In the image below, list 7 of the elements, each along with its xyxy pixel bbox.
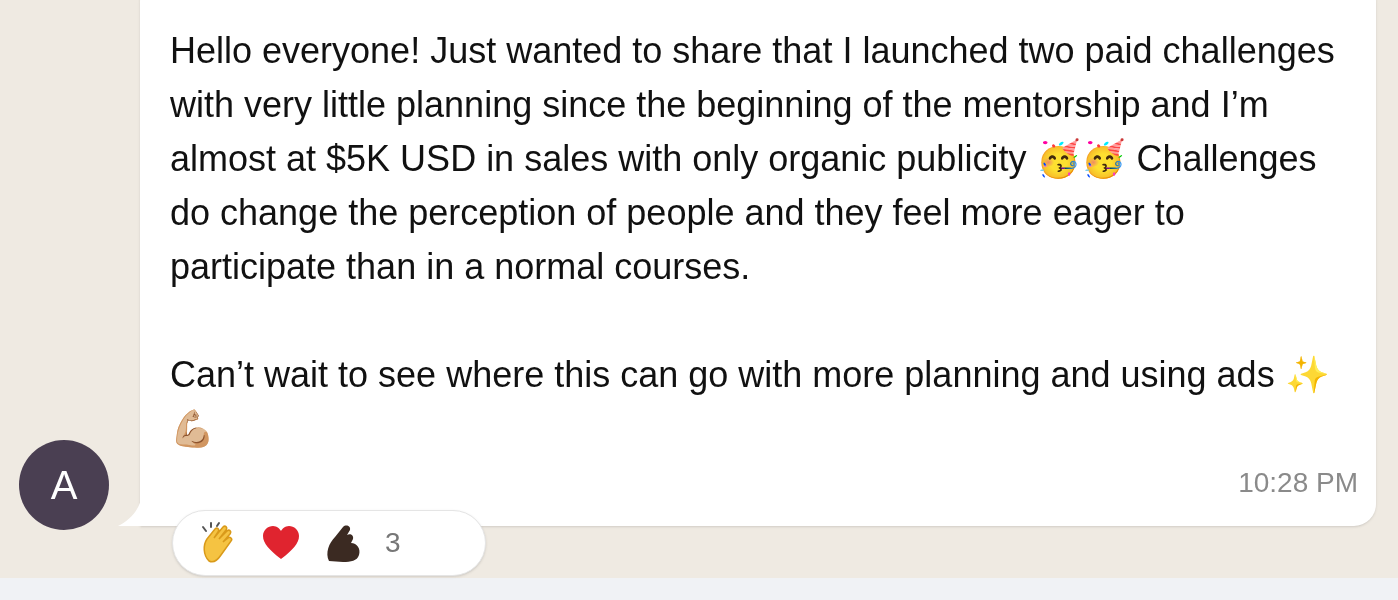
avatar[interactable]: A [19,440,109,530]
message-text: Hello everyone! Just wanted to share that I launched two paid challenges with very little planning since the beginning of the mentorship and I’m almost at $5K USD in sales with only organic publicity 🥳🥳 Challenges do change the perception of people and they feel more eager to participate than in a normal courses. [170,29,1336,289]
message-time: 10:28 PM [1238,466,1358,500]
heart-icon [261,525,301,561]
reaction-count: 3 [385,526,401,560]
message-text: Can’t wait to see where this can go with more planning and using ads ✨💪🏼 [170,353,1331,451]
reactions-pill[interactable]: 3 [172,510,486,576]
